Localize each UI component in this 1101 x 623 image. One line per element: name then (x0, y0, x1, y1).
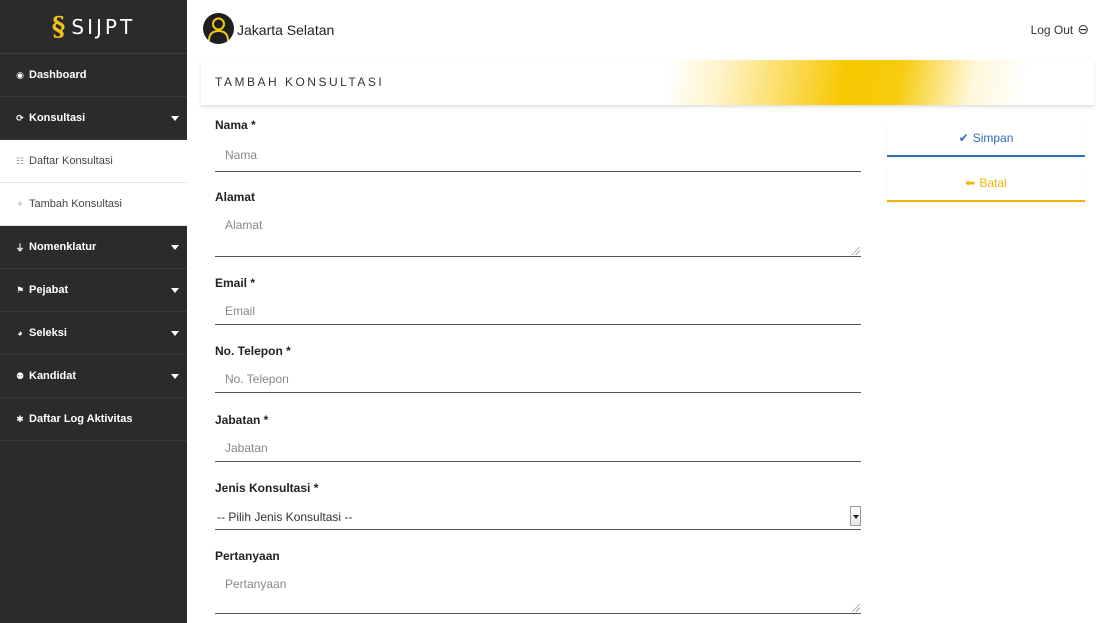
sidebar-item-label: Nomenklatur (29, 241, 97, 253)
list-icon: ☷ (15, 155, 25, 166)
sidebar-item-label: Seleksi (29, 327, 67, 339)
brand[interactable]: § SIJPT (0, 0, 187, 54)
field-email: Email * Email (215, 276, 861, 325)
sidebar-item-daftar-konsultasi[interactable]: ☷ Daftar Konsultasi (0, 140, 187, 183)
cancel-button[interactable]: ⬅ Batal (887, 166, 1085, 202)
field-pertanyaan: Pertanyaan Pertanyaan (215, 549, 861, 614)
pertanyaan-label: Pertanyaan (215, 549, 280, 563)
save-button[interactable]: ✔ Simpan (887, 121, 1085, 157)
avatar[interactable] (203, 13, 234, 44)
sidebar-item-pejabat[interactable]: ⚑ Pejabat (0, 269, 187, 312)
jabatan-input[interactable]: Jabatan (215, 435, 861, 462)
sidebar-item-kandidat[interactable]: ⚉ Kandidat (0, 355, 187, 398)
field-alamat: Alamat Alamat (215, 190, 861, 257)
chevron-down-icon (171, 331, 179, 336)
brand-logo-icon: § (51, 11, 66, 42)
telepon-placeholder: No. Telepon (225, 372, 289, 386)
chevron-down-icon (171, 116, 179, 121)
alamat-textarea[interactable]: Alamat (215, 212, 861, 257)
logout-label: Log Out (1030, 22, 1074, 37)
sidebar-item-seleksi[interactable]: ◕ Seleksi (0, 312, 187, 355)
jenis-konsultasi-selected: -- Pilih Jenis Konsultasi -- (217, 510, 353, 524)
alamat-label: Alamat (215, 190, 256, 204)
telepon-input[interactable]: No. Telepon (215, 366, 861, 393)
sidebar-item-konsultasi[interactable]: ⟳ Konsultasi (0, 97, 187, 140)
dropdown-arrow-icon[interactable] (850, 506, 861, 526)
brand-name: SIJPT (71, 14, 136, 39)
plus-icon: + (17, 199, 23, 209)
pie-chart-icon: ◕ (17, 328, 23, 338)
page-title-bar: TAMBAH KONSULTASI (201, 60, 1094, 106)
sidebar-item-label: Pejabat (29, 284, 69, 296)
email-label: Email * (215, 276, 256, 290)
sidebar-item-label: Daftar Log Aktivitas (29, 413, 133, 425)
cancel-label: Batal (979, 176, 1007, 190)
jenis-konsultasi-select[interactable]: -- Pilih Jenis Konsultasi -- (215, 503, 861, 530)
users-icon: ⚉ (15, 370, 25, 381)
alamat-placeholder: Alamat (225, 218, 263, 232)
sidebar: § SIJPT ◉ Dashboard ⟳ Konsultasi ☷ Dafta… (0, 0, 187, 623)
nama-input[interactable]: Nama (215, 140, 861, 172)
field-telepon: No. Telepon * No. Telepon (215, 344, 861, 393)
email-input[interactable]: Email (215, 298, 861, 325)
resize-handle-icon[interactable] (852, 247, 860, 255)
konsultasi-icon: ⟳ (16, 112, 24, 123)
logout-icon: ⊖ (1077, 21, 1089, 37)
chevron-down-icon (171, 374, 179, 379)
user-name: Jakarta Selatan (237, 22, 335, 38)
nama-label: Nama * (215, 118, 256, 132)
flag-icon: ⚑ (15, 284, 25, 295)
check-icon: ✔ (958, 131, 969, 145)
jabatan-label: Jabatan * (215, 413, 269, 427)
pertanyaan-textarea[interactable]: Pertanyaan (215, 571, 861, 614)
user-icon (208, 17, 229, 42)
page-title: TAMBAH KONSULTASI (215, 75, 385, 89)
save-label: Simpan (972, 131, 1014, 145)
pertanyaan-placeholder: Pertanyaan (225, 577, 287, 591)
field-jenis-konsultasi: Jenis Konsultasi * -- Pilih Jenis Konsul… (215, 481, 861, 530)
sidebar-item-label: Kandidat (29, 370, 77, 382)
chevron-down-icon (171, 288, 179, 293)
jabatan-placeholder: Jabatan (225, 441, 268, 455)
filter-icon: ⏚ (15, 242, 25, 253)
telepon-label: No. Telepon * (215, 344, 291, 358)
field-nama: Nama * Nama (215, 118, 861, 172)
gear-icon: ✱ (16, 413, 24, 424)
sidebar-item-log-aktivitas[interactable]: ✱ Daftar Log Aktivitas (0, 398, 187, 441)
sidebar-item-nomenklatur[interactable]: ⏚ Nomenklatur (0, 226, 187, 269)
sidebar-item-label: Daftar Konsultasi (29, 155, 113, 167)
email-placeholder: Email (225, 304, 256, 318)
sidebar-item-dashboard[interactable]: ◉ Dashboard (0, 54, 187, 97)
sidebar-item-tambah-konsultasi[interactable]: + Tambah Konsultasi (0, 183, 187, 226)
logout-button[interactable]: Log Out ⊖ (1031, 21, 1089, 38)
nama-placeholder: Nama (225, 148, 258, 162)
topbar: Jakarta Selatan Log Out ⊖ (187, 0, 1101, 60)
sidebar-item-label: Konsultasi (29, 112, 86, 124)
sidebar-item-label: Dashboard (29, 69, 87, 81)
field-jabatan: Jabatan * Jabatan (215, 413, 861, 462)
jenis-konsultasi-label: Jenis Konsultasi * (215, 481, 319, 495)
resize-handle-icon[interactable] (852, 604, 860, 612)
sidebar-item-label: Tambah Konsultasi (29, 198, 122, 210)
dashboard-icon: ◉ (16, 69, 24, 80)
chevron-down-icon (171, 245, 179, 250)
arrow-left-icon: ⬅ (965, 176, 976, 190)
